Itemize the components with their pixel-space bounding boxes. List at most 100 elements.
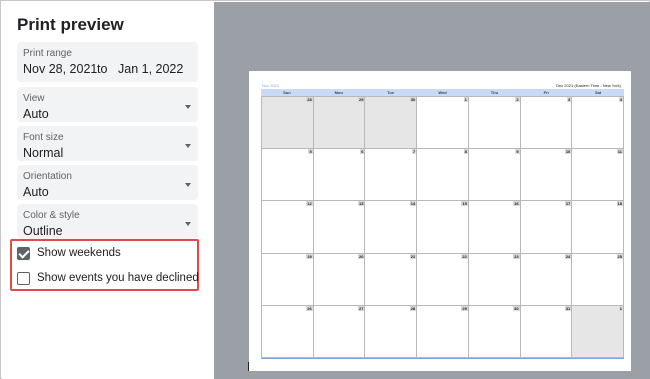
panel-title: Print preview: [17, 15, 124, 34]
calendar-day-cell: 11: [572, 149, 624, 202]
day-number: 18: [616, 201, 623, 207]
text-cursor: [248, 362, 249, 371]
day-number: 16: [513, 201, 520, 207]
calendar-day-cell: 9: [468, 149, 521, 202]
calendar-day-cell: 30: [365, 97, 418, 150]
calendar-day-cell: 6: [313, 149, 366, 202]
calendar-day-cell: 22: [417, 253, 469, 306]
weekday-label: Wed: [438, 90, 447, 95]
calendar-day-cell: 1: [417, 97, 469, 150]
orientation-dropdown-icon: [185, 183, 191, 187]
calendar-day-cell: 17: [520, 201, 573, 254]
color-style-value: Outline: [23, 224, 63, 238]
day-number: 29: [357, 97, 365, 102]
view-dropdown-icon: [185, 105, 191, 109]
calendar-day-cell: 30: [468, 305, 521, 358]
weekday-label: Sat: [594, 90, 602, 95]
day-number: 8: [463, 149, 468, 155]
show-weekends-label: Show weekends: [37, 247, 121, 259]
calendar-day-cell: 8: [417, 149, 469, 202]
day-number: 28: [306, 97, 313, 102]
calendar-grid: 28 29 30 1 2 3 4 5 6 7 8 9 10 11 12 13 14 15 16 17 18 19 20 21 2…: [261, 96, 624, 359]
calendar-day-cell: 20: [313, 253, 366, 306]
calendar-header-right: Dec 2021 (Eastern Time - New York): [556, 83, 621, 88]
day-number: 14: [409, 201, 417, 207]
calendar-day-cell: 5: [262, 149, 314, 202]
calendar-day-cell: 2: [468, 97, 521, 150]
show-declined-checkbox[interactable]: [17, 271, 30, 285]
range-end-date[interactable]: Jan 1, 2022: [118, 62, 183, 76]
weekday-header: Sun Mon Tue Wed Thu Fri Sat: [261, 89, 624, 96]
day-number: 24: [564, 253, 572, 259]
day-number: 4: [618, 97, 623, 102]
calendar-day-cell: 23: [468, 253, 521, 306]
font-size-value: Normal: [23, 146, 64, 160]
calendar-day-cell: 7: [365, 149, 418, 202]
day-number: 1: [618, 305, 623, 311]
calendar-day-cell: 27: [313, 305, 366, 358]
day-number: 9: [515, 149, 520, 155]
print-range-label: Print range: [23, 48, 72, 59]
weekday-label: Thu: [490, 90, 499, 95]
calendar-day-cell: 10: [520, 149, 573, 202]
show-weekends-checkbox[interactable]: [17, 246, 30, 260]
view-select[interactable]: View Auto: [17, 87, 198, 122]
day-number: 6: [360, 149, 365, 155]
day-number: 23: [513, 253, 520, 259]
show-weekends-option[interactable]: Show weekends: [17, 244, 121, 262]
calendar-day-cell: 12: [262, 201, 314, 254]
range-start-date[interactable]: Nov 28, 2021: [23, 62, 97, 76]
print-range-field[interactable]: Print range Nov 28, 2021 to Jan 1, 2022: [17, 42, 198, 82]
calendar-day-cell: 31: [520, 305, 573, 358]
calendar-day-cell: 26: [262, 305, 314, 358]
day-number: 15: [461, 201, 468, 207]
color-style-label: Color & style: [23, 210, 80, 221]
calendar-day-cell: 28: [365, 305, 418, 358]
day-number: 22: [461, 253, 468, 259]
day-number: 1: [463, 97, 468, 102]
day-number: 11: [616, 149, 623, 155]
color-style-dropdown-icon: [185, 222, 191, 226]
preview-area: Nov 2021 Dec 2021 (Eastern Time - New Yo…: [214, 2, 650, 379]
day-number: 30: [513, 305, 520, 311]
print-preview-window: Print preview Print range Nov 28, 2021 t…: [0, 0, 650, 379]
day-number: 17: [564, 201, 572, 207]
day-number: 2: [515, 97, 520, 102]
font-size-label: Font size: [23, 132, 64, 143]
calendar-day-cell: 25: [572, 253, 624, 306]
view-label: View: [23, 93, 45, 104]
day-number: 31: [564, 305, 572, 311]
day-number: 5: [308, 149, 313, 155]
orientation-select[interactable]: Orientation Auto: [17, 165, 198, 200]
show-declined-label: Show events you have declined: [37, 272, 199, 284]
calendar-day-cell: 19: [262, 253, 314, 306]
calendar-day-cell: 21: [365, 253, 418, 306]
calendar-day-cell: 13: [313, 201, 366, 254]
day-number: 20: [357, 253, 365, 259]
preview-page: Nov 2021 Dec 2021 (Eastern Time - New Yo…: [249, 71, 631, 371]
orientation-value: Auto: [23, 185, 49, 199]
calendar-day-cell: 4: [572, 97, 624, 150]
show-declined-option[interactable]: Show events you have declined: [17, 269, 199, 287]
day-number: 29: [461, 305, 468, 311]
calendar-day-cell: 3: [520, 97, 573, 150]
calendar-day-cell: 16: [468, 201, 521, 254]
day-number: 26: [306, 305, 313, 311]
day-number: 27: [357, 305, 365, 311]
weekday-label: Tue: [387, 90, 395, 95]
day-number: 12: [306, 201, 313, 207]
calendar-day-cell: 18: [572, 201, 624, 254]
day-number: 21: [409, 253, 417, 259]
range-to-word: to: [97, 62, 108, 76]
calendar-day-cell: 15: [417, 201, 469, 254]
day-number: 30: [409, 97, 417, 102]
calendar-day-cell: 29: [417, 305, 469, 358]
weekday-label: Mon: [334, 90, 343, 95]
weekday-label: Fri: [543, 90, 549, 95]
view-value: Auto: [23, 107, 49, 121]
day-number: 25: [616, 253, 623, 259]
color-style-select[interactable]: Color & style Outline: [17, 204, 198, 239]
font-size-select[interactable]: Font size Normal: [17, 126, 198, 161]
calendar-header-left: Nov 2021: [262, 83, 280, 88]
calendar-day-cell: 28: [262, 97, 314, 150]
